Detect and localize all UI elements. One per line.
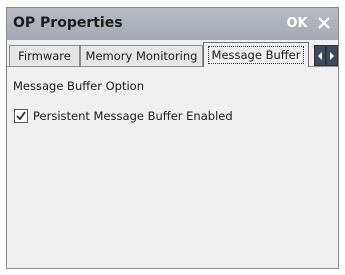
title-bar: OP Properties OK <box>7 8 338 40</box>
tab-label: Memory Monitoring <box>85 49 198 63</box>
ok-button[interactable]: OK <box>283 10 311 36</box>
section-label: Message Buffer Option <box>13 79 144 93</box>
tab-scroll-left-button[interactable] <box>314 45 326 66</box>
tab-message-buffer[interactable]: Message Buffer <box>203 42 309 67</box>
chevron-right-icon <box>330 51 334 60</box>
checkbox-label[interactable]: Persistent Message Buffer Enabled <box>33 109 233 123</box>
checkmark-icon <box>16 111 26 121</box>
tab-label: Message Buffer <box>207 46 305 64</box>
window-title: OP Properties <box>13 15 123 31</box>
tab-strip: Firmware Memory Monitoring Message Buffe… <box>7 40 338 67</box>
op-properties-window: OP Properties OK Firmware Memory Monitor… <box>6 7 339 269</box>
tab-memory-monitoring[interactable]: Memory Monitoring <box>80 45 203 66</box>
persistent-buffer-checkbox[interactable] <box>14 109 28 123</box>
close-icon <box>318 17 330 29</box>
chevron-left-icon <box>318 51 322 60</box>
tab-firmware[interactable]: Firmware <box>9 45 80 66</box>
tab-scroll-buttons <box>314 45 338 66</box>
tab-panel: Message Buffer Option Persistent Message… <box>7 66 338 268</box>
close-button[interactable] <box>311 10 337 36</box>
tab-label: Firmware <box>18 49 71 63</box>
tab-scroll-right-button[interactable] <box>326 45 338 66</box>
